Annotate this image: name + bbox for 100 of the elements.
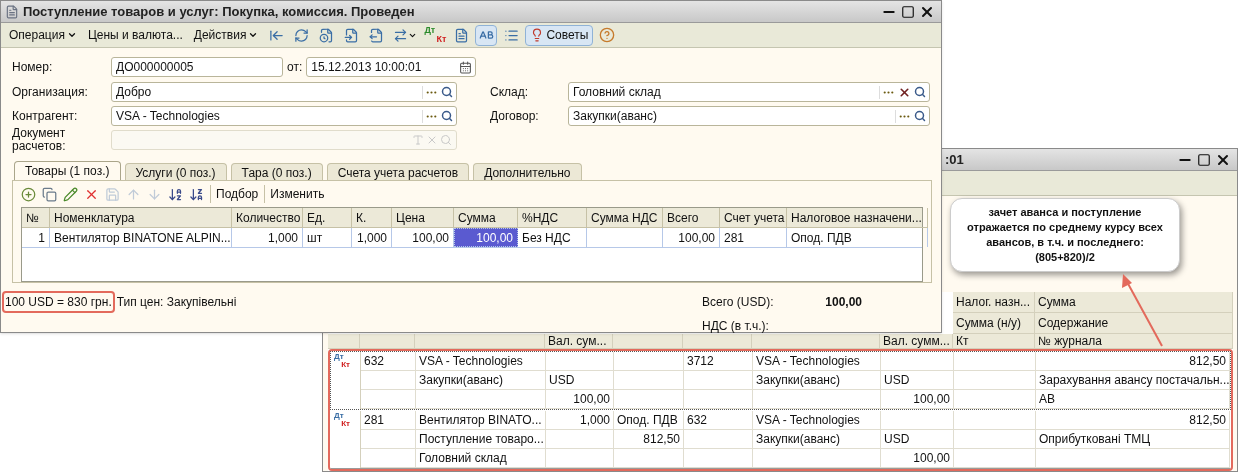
vat-label: НДС (в т.ч.): [702, 318, 770, 335]
table-cell [684, 390, 753, 409]
tips-button[interactable]: Советы [525, 24, 594, 46]
header-cell[interactable]: Налог. назн... [953, 292, 1035, 313]
sort-ascending-icon[interactable] [168, 186, 183, 202]
price-type-text: Тип цен: Закупівельні [116, 294, 237, 311]
input-field[interactable]: Головний склад [568, 82, 930, 102]
table-cell[interactable]: Без НДС [518, 228, 587, 247]
table-cell: 100,00 [881, 390, 954, 409]
table-cell: Закупки(аванс) [753, 371, 881, 390]
table-cell: 100,00 [546, 390, 614, 409]
sort-descending-icon[interactable] [189, 186, 204, 202]
table-cell[interactable]: 1,000 [232, 228, 303, 247]
header-cell[interactable]: Сумма (н/у) [953, 313, 1035, 334]
header-cell[interactable] [752, 334, 880, 349]
calendar-icon[interactable] [459, 60, 473, 74]
tab[interactable]: Счета учета расчетов [326, 163, 470, 180]
header-cell[interactable]: Содержание [1035, 313, 1233, 334]
table-cell[interactable]: 100,00 [663, 228, 720, 247]
callout-bubble: зачет аванса и поступление отражается по среднему курсу всех авансов, в т.ч. и последнего: (805+820)/2 [950, 198, 1180, 272]
clear-icon[interactable] [898, 85, 911, 99]
table-cell: USD [546, 371, 614, 390]
tab[interactable]: Товары (1 поз.) [14, 161, 121, 180]
maximize-icon[interactable] [901, 4, 915, 19]
input-field[interactable]: Добро [111, 82, 457, 102]
letters-button[interactable] [475, 24, 498, 46]
header-cell[interactable]: Вал. сум... [545, 334, 613, 349]
posting-row[interactable]: Дт Кт 281 Вентилятор BINATO... 1,000 Опод. ПДВ 632 VSA - Technologies 812,50 Поступление товаро... 812,50 Закупки(аванс) USD Оприбутковані ТМЦ Головний склад 100,00 [330, 410, 1231, 469]
table-cell [361, 371, 416, 390]
column-header[interactable]: № [22, 208, 50, 228]
toolbar-button[interactable]: Подбор [210, 185, 259, 203]
header-cell[interactable]: Сумма [1035, 292, 1233, 313]
input-field[interactable]: ДО000000005 [111, 57, 283, 77]
field-label: Склад: [490, 84, 530, 101]
table-cell[interactable]: Вентилятор BINATONE ALPIN... [50, 228, 232, 247]
help-icon [598, 27, 615, 43]
column-header[interactable]: Цена [392, 208, 454, 228]
table-cell[interactable]: 281 [720, 228, 787, 247]
table-cell [361, 449, 416, 468]
column-header[interactable]: К. [352, 208, 392, 228]
column-header[interactable]: Количество [232, 208, 303, 228]
table-cell: 281 [361, 411, 416, 430]
maximize-icon[interactable] [1197, 152, 1211, 167]
search-icon[interactable] [914, 110, 926, 122]
table-cell [614, 371, 684, 390]
arrows-icon [393, 27, 409, 43]
column-header[interactable]: Сумма НДС [587, 208, 663, 228]
table-cell[interactable]: 1 [22, 228, 50, 247]
toolbar-button[interactable]: Изменить [264, 185, 325, 203]
column-header[interactable]: Ед. [303, 208, 352, 228]
clear-icon [426, 134, 438, 146]
date-field[interactable]: 15.12.2013 10:00:01 [306, 57, 477, 77]
table-cell: 100,00 [881, 449, 954, 468]
field-label: Номер: [12, 59, 54, 76]
table-cell: Поступление товаро... [416, 430, 546, 449]
header-cell[interactable] [683, 334, 752, 349]
header-cell[interactable] [328, 334, 360, 349]
column-header[interactable]: Счет учета [720, 208, 787, 228]
search-icon[interactable] [914, 86, 926, 98]
input-field[interactable]: Закупки(аванс) [568, 106, 930, 126]
table-cell[interactable]: 100,00 [454, 228, 518, 247]
table-cell: 812,50 [1036, 411, 1230, 430]
table-cell [614, 352, 684, 371]
table-cell: Закупки(аванс) [753, 430, 881, 449]
header-cell[interactable] [613, 334, 683, 349]
menu-button[interactable]: Действия [189, 25, 263, 45]
table-cell [546, 449, 614, 468]
header-cell[interactable]: № журнала [1035, 334, 1233, 349]
column-header[interactable]: %НДС [518, 208, 587, 228]
caret-icon [248, 30, 259, 40]
header-cell[interactable]: Вал. сумм... [880, 334, 953, 349]
column-header[interactable]: Всего [663, 208, 720, 228]
column-header[interactable]: Номенклатура [50, 208, 232, 228]
add-icon[interactable] [21, 186, 36, 202]
table-cell[interactable]: Опод. ПДВ [787, 228, 928, 247]
header-cell[interactable]: Кт [953, 334, 1035, 349]
header-cell[interactable] [360, 334, 415, 349]
table-cell: 1,000 [546, 411, 614, 430]
input-field[interactable]: VSA - Technologies [111, 106, 457, 126]
tab[interactable]: Услуги (0 поз.) [124, 163, 227, 180]
tab[interactable]: Дополнительно [473, 163, 582, 180]
table-cell[interactable]: шт [303, 228, 352, 247]
table-cell[interactable]: 1,000 [352, 228, 392, 247]
copy-icon[interactable] [42, 186, 57, 202]
header-cell[interactable] [415, 334, 545, 349]
search-icon[interactable] [441, 86, 453, 98]
posting-row[interactable]: Дт Кт 632 VSA - Technologies 3712 VSA - Technologies 812,50 Закупки(аванс) USD Закупки(аванс) USD Зарахування авансу постачальн... 100,00 100,00 АВ [330, 351, 1231, 410]
postings-button[interactable]: Дт Кт [423, 24, 448, 46]
table-cell [684, 371, 753, 390]
table-cell: VSA - Technologies [753, 352, 881, 371]
table-cell [684, 430, 753, 449]
tab[interactable]: Тара (0 поз.) [230, 163, 323, 180]
document-in-icon [343, 27, 359, 43]
text-icon [412, 134, 424, 146]
pencil-icon[interactable] [63, 186, 78, 202]
toolbar-button[interactable]: Цены и валюта... [83, 25, 187, 45]
menu-button[interactable]: Операция [5, 25, 81, 45]
column-header[interactable]: Налоговое назначени... [787, 208, 928, 228]
search-icon[interactable] [441, 110, 453, 122]
posting-mark: Дт Кт [334, 353, 350, 369]
